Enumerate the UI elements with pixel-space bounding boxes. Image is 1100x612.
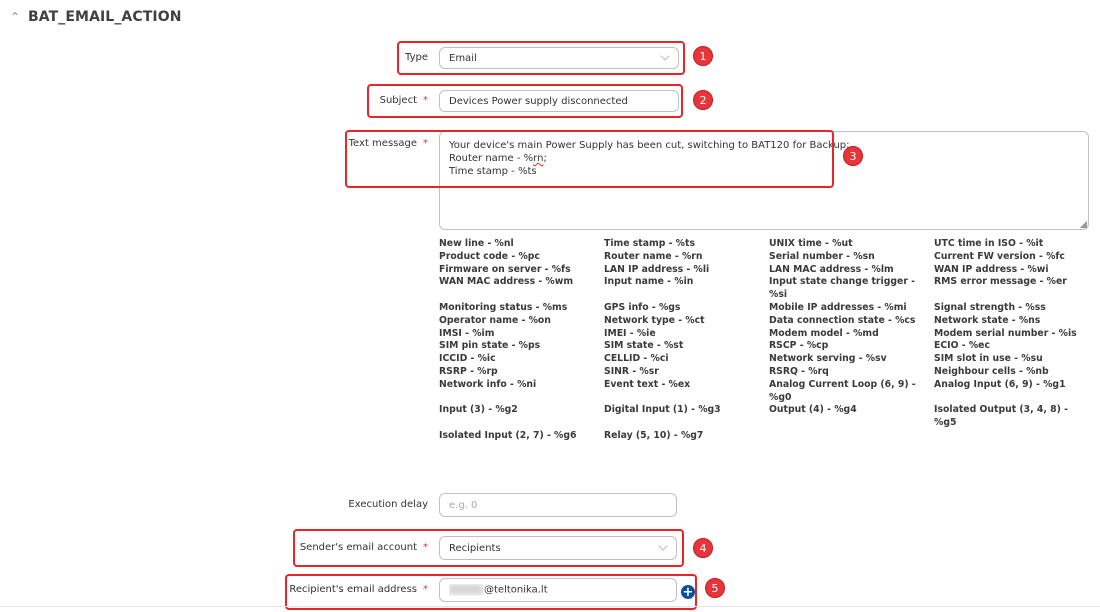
variable-item: RSRP - %rp (439, 365, 498, 377)
variable-item: Isolated Input (2, 7) - %g6 (439, 429, 577, 441)
highlight-box-1 (397, 41, 685, 75)
variable-item: Data connection state - %cs (769, 314, 916, 326)
variable-item: Network info - %ni (439, 378, 537, 390)
variable-item: Input name - %in (604, 276, 694, 288)
variable-item: Isolated Output (3, 4, 8) - %g5 (934, 404, 1068, 429)
variable-item: GPS info - %gs (604, 301, 681, 313)
variable-item: Network state - %ns (934, 314, 1041, 326)
section-title: BAT_EMAIL_ACTION (28, 9, 182, 25)
variable-item: Monitoring status - %ms (439, 301, 568, 313)
variable-item: Network serving - %sv (769, 353, 887, 365)
variable-item: RSCP - %cp (769, 340, 829, 352)
section-header[interactable]: ⌃ BAT_EMAIL_ACTION (10, 9, 182, 25)
variable-item: SIM pin state - %ps (439, 340, 541, 352)
variable-item: Digital Input (1) - %g3 (604, 404, 721, 416)
highlight-box-4 (293, 529, 684, 567)
highlight-box-5 (285, 574, 697, 610)
variable-item (769, 430, 934, 443)
annotation-badge-1: 1 (693, 46, 713, 66)
variable-item: ECIO - %ec (934, 340, 990, 352)
variable-item: Network type - %ct (604, 314, 705, 326)
variable-item: Mobile IP addresses - %mi (769, 301, 907, 313)
variable-item: New line - %nl (439, 238, 514, 249)
variable-item: IMSI - %im (439, 327, 495, 339)
variable-item: WAN IP address - %wi (934, 263, 1049, 275)
highlight-box-2 (367, 84, 683, 118)
variable-item: Analog Input (6, 9) - %g1 (934, 378, 1066, 390)
divider (0, 606, 1100, 607)
variable-item: Signal strength - %ss (934, 301, 1046, 313)
chevron-up-icon[interactable]: ⌃ (10, 10, 24, 24)
execution-delay-input[interactable]: e.g. 0 (439, 493, 677, 517)
resize-handle[interactable] (1080, 221, 1087, 228)
variable-item: Serial number - %sn (769, 250, 875, 262)
variable-item: WAN MAC address - %wm (439, 276, 574, 288)
highlight-box-3 (345, 130, 834, 188)
variable-item: CELLID - %ci (604, 353, 669, 365)
variable-item: Output (4) - %g4 (769, 404, 857, 416)
annotation-badge-4: 4 (693, 538, 713, 558)
variable-item: LAN MAC address - %lm (769, 263, 894, 275)
variable-item: SIM slot in use - %su (934, 353, 1043, 365)
variable-item: Modem model - %md (769, 327, 879, 339)
variable-item: SIM state - %st (604, 340, 684, 352)
variable-item: Time stamp - %ts (604, 238, 695, 249)
variable-item: Event text - %ex (604, 378, 691, 390)
variable-item: Operator name - %on (439, 314, 551, 326)
variable-item: RSRQ - %rq (769, 365, 829, 377)
variable-item: Router name - %rn (604, 250, 703, 262)
variable-item: Analog Current Loop (6, 9) - %g0 (769, 378, 916, 403)
variable-item: IMEI - %ie (604, 327, 656, 339)
variable-item: ICCID - %ic (439, 353, 496, 365)
variable-item (934, 430, 1099, 443)
variable-item: Input state change trigger - %si (769, 276, 915, 301)
variable-item: LAN IP address - %li (604, 263, 710, 275)
variable-item: Modem serial number - %is (934, 327, 1077, 339)
annotation-badge-3: 3 (843, 146, 863, 166)
annotation-badge-2: 2 (693, 90, 713, 110)
variable-item: Neighbour cells - %nb (934, 365, 1049, 377)
variable-item: UNIX time - %ut (769, 238, 853, 249)
execution-delay-label: Execution delay (348, 499, 428, 510)
variable-item: UTC time in ISO - %it (934, 238, 1044, 249)
variable-item: Relay (5, 10) - %g7 (604, 429, 704, 441)
execution-delay-placeholder: e.g. 0 (449, 499, 478, 511)
annotation-badge-5: 5 (705, 578, 725, 598)
variables-grid: New line - %nl Time stamp - %ts UNIX time … (439, 238, 1099, 443)
variable-item: Current FW version - %fc (934, 250, 1065, 262)
variable-item: Input (3) - %g2 (439, 404, 518, 416)
variable-item: Product code - %pc (439, 250, 540, 262)
variable-item: SINR - %sr (604, 365, 659, 377)
variable-item: Firmware on server - %fs (439, 263, 571, 275)
variable-item: RMS error message - %er (934, 276, 1067, 288)
